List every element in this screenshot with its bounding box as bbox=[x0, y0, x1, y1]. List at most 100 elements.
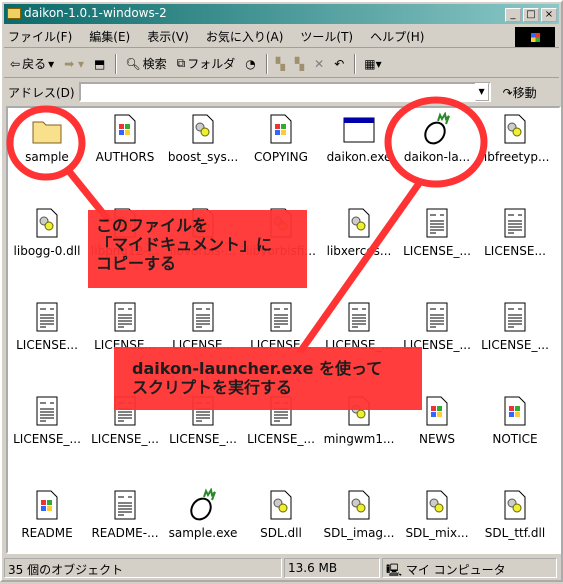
go-button[interactable]: ↷移動 bbox=[503, 84, 537, 101]
file-item[interactable]: LICENSE_... bbox=[398, 206, 476, 258]
back-button[interactable]: ⇦ 戻る ▾ bbox=[10, 55, 54, 72]
text-icon bbox=[36, 302, 58, 332]
file-item[interactable]: LICENSE... bbox=[86, 300, 164, 352]
file-item[interactable]: daikon.exe bbox=[320, 112, 398, 164]
delete-button[interactable]: ✕ bbox=[314, 57, 324, 71]
search-icon: 🔍︎ bbox=[125, 56, 141, 71]
forward-button[interactable]: ➡ ▾ bbox=[64, 57, 84, 71]
address-label: アドレス(D) bbox=[8, 85, 75, 100]
file-label: NEWS bbox=[418, 432, 456, 446]
text-icon bbox=[426, 208, 448, 238]
undo-button[interactable]: ↶ bbox=[334, 57, 344, 71]
dll-icon bbox=[348, 490, 370, 520]
file-item[interactable]: daikon-la... bbox=[398, 112, 476, 164]
file-item[interactable]: SDL_imag... bbox=[320, 488, 398, 540]
win-doc-icon bbox=[426, 396, 448, 426]
status-location-label: マイ コンピュータ bbox=[405, 563, 506, 577]
file-item[interactable]: COPYING bbox=[242, 112, 320, 164]
views-icon: ▦▾ bbox=[364, 56, 382, 71]
text-icon bbox=[114, 490, 136, 520]
folder-icon bbox=[32, 121, 62, 144]
status-bar: 35 個のオブジェクト 13.6 MB 🖳 マイ コンピュータ bbox=[4, 558, 559, 580]
explorer-window: daikon-1.0.1-windows-2 _ □ × ファイル(F) 編集(… bbox=[0, 0, 563, 582]
file-item[interactable]: NOTICE bbox=[476, 394, 554, 446]
file-label: LICENSE_... bbox=[247, 432, 315, 446]
win-doc-icon bbox=[504, 396, 526, 426]
file-item[interactable]: libfreetyp... bbox=[476, 112, 554, 164]
file-item[interactable]: SDL.dll bbox=[242, 488, 320, 540]
copy-to-icon: ▚ bbox=[294, 56, 305, 71]
file-label: LICENSE_... bbox=[91, 432, 159, 446]
back-arrow-icon: ⇦ bbox=[10, 56, 21, 71]
file-item[interactable]: sample.exe bbox=[164, 488, 242, 540]
file-item[interactable]: LICENSE... bbox=[164, 300, 242, 352]
go-arrow-icon: ↷ bbox=[502, 85, 513, 100]
file-item[interactable]: AUTHORS bbox=[86, 112, 164, 164]
file-item[interactable]: libxerces... bbox=[320, 206, 398, 258]
file-item[interactable]: LICENSE_... bbox=[476, 300, 554, 352]
menu-edit[interactable]: 編集(E) bbox=[89, 28, 130, 45]
text-icon bbox=[348, 302, 370, 332]
text-icon bbox=[270, 302, 292, 332]
file-label: sample bbox=[25, 150, 69, 164]
file-label: NOTICE bbox=[492, 432, 538, 446]
file-label: LICENSE_... bbox=[169, 432, 237, 446]
dll-icon bbox=[192, 114, 214, 144]
folders-button[interactable]: ⧉ フォルダ bbox=[177, 55, 236, 72]
move-to-button[interactable]: ▚ bbox=[276, 57, 285, 71]
file-item[interactable]: LICENSE_... bbox=[398, 300, 476, 352]
file-label: AUTHORS bbox=[95, 150, 155, 164]
menu-bar: ファイル(F) 編集(E) 表示(V) お気に入り(A) ツール(T) ヘルプ(… bbox=[4, 26, 559, 48]
menu-help[interactable]: ヘルプ(H) bbox=[370, 28, 424, 45]
file-item[interactable]: SDL_ttf.dll bbox=[476, 488, 554, 540]
maximize-button[interactable]: □ bbox=[523, 8, 539, 22]
copy-instruction-note: このファイルを 「マイドキュメント」に コピーする bbox=[88, 210, 307, 288]
delete-icon: ✕ bbox=[314, 56, 325, 71]
search-button[interactable]: 🔍︎ 検索 bbox=[125, 55, 166, 72]
file-item[interactable]: LICENSE... bbox=[242, 300, 320, 352]
views-button[interactable]: ▦▾ bbox=[364, 57, 381, 71]
address-input[interactable] bbox=[78, 82, 491, 102]
file-label: SDL.dll bbox=[260, 526, 302, 540]
file-label: LICENSE_... bbox=[481, 338, 549, 352]
text-icon bbox=[504, 208, 526, 238]
close-button[interactable]: × bbox=[541, 8, 557, 22]
up-folder-button[interactable]: ⬒ bbox=[94, 57, 105, 71]
dll-icon bbox=[504, 490, 526, 520]
file-item[interactable]: boost_sys... bbox=[164, 112, 242, 164]
menu-view[interactable]: 表示(V) bbox=[147, 28, 189, 45]
address-dropdown-button[interactable]: ▼ bbox=[474, 83, 489, 101]
menu-tools[interactable]: ツール(T) bbox=[300, 28, 353, 45]
history-icon: ◔ bbox=[245, 56, 256, 71]
note-line: このファイルを bbox=[96, 216, 209, 235]
dll-icon bbox=[504, 114, 526, 144]
folders-icon: ⧉ bbox=[176, 56, 186, 70]
file-item[interactable]: LICENSE... bbox=[476, 206, 554, 258]
file-item[interactable]: SDL_mix... bbox=[398, 488, 476, 540]
file-item[interactable]: README-... bbox=[86, 488, 164, 540]
file-label: COPYING bbox=[254, 150, 308, 164]
minimize-button[interactable]: _ bbox=[505, 8, 521, 22]
file-item[interactable]: LICENSE_... bbox=[8, 394, 86, 446]
win-doc-icon bbox=[114, 114, 136, 144]
file-item[interactable]: sample bbox=[8, 112, 86, 164]
file-item[interactable]: libogg-0.dll bbox=[8, 206, 86, 258]
note-line: スクリプトを実行する bbox=[132, 378, 293, 397]
history-button[interactable]: ◔ bbox=[245, 57, 255, 71]
file-label: LICENSE_... bbox=[403, 244, 471, 258]
copy-to-button[interactable]: ▚ bbox=[295, 57, 304, 71]
go-label: 移動 bbox=[512, 85, 537, 100]
status-location: 🖳 マイ コンピュータ bbox=[382, 558, 557, 578]
separator bbox=[354, 53, 357, 74]
menu-favorites[interactable]: お気に入り(A) bbox=[206, 28, 284, 45]
address-bar: アドレス(D) ▼ ↷移動 bbox=[4, 80, 559, 104]
menu-file[interactable]: ファイル(F) bbox=[8, 28, 72, 45]
file-label: README bbox=[21, 526, 73, 540]
file-label: SDL_ttf.dll bbox=[484, 526, 546, 540]
file-item[interactable]: LICENSE_... bbox=[320, 300, 398, 352]
file-item[interactable]: README bbox=[8, 488, 86, 540]
status-size: 13.6 MB bbox=[284, 558, 380, 578]
separator bbox=[115, 53, 118, 74]
file-item[interactable]: LICENSE... bbox=[8, 300, 86, 352]
dll-icon bbox=[348, 208, 370, 238]
